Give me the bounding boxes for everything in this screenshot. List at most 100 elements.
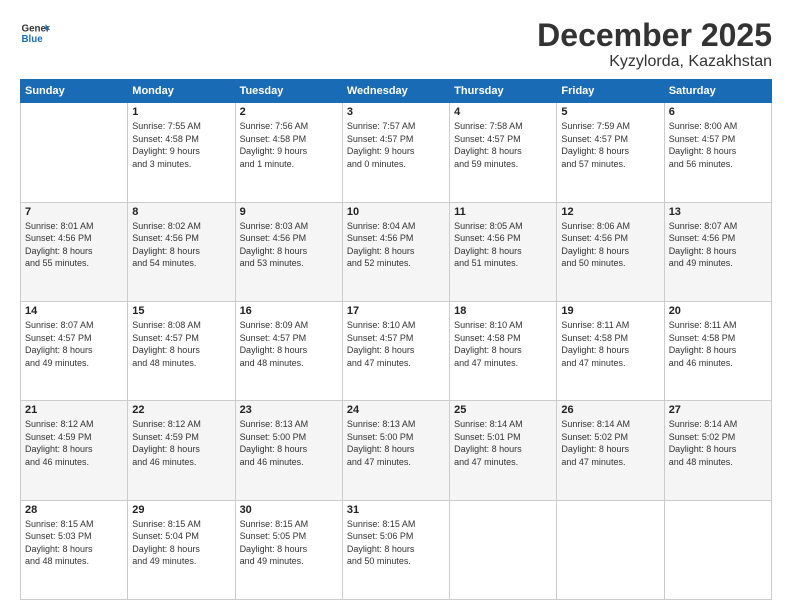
day-info: Sunrise: 8:01 AM Sunset: 4:56 PM Dayligh…: [25, 220, 123, 270]
calendar-week-4: 21Sunrise: 8:12 AM Sunset: 4:59 PM Dayli…: [21, 401, 772, 500]
day-number: 3: [347, 106, 445, 118]
calendar-cell: 28 Sunrise: 8:15 AM Sunset: 5:03 PM Dayli…: [21, 500, 128, 599]
day-number: 19: [561, 305, 659, 317]
day-number: 27: [669, 404, 767, 416]
calendar-cell: 16 Sunrise: 8:09 AM Sunset: 4:57 PM Dayli…: [235, 301, 342, 400]
day-number: 4: [454, 106, 552, 118]
day-number: 28: [25, 504, 123, 516]
header: General Blue December 2025 Kyzylorda, Ka…: [20, 18, 772, 71]
calendar-cell: 25Sunrise: 8:14 AM Sunset: 5:01 PM Dayli…: [450, 401, 557, 500]
col-monday: Monday: [128, 80, 235, 103]
day-info: Sunrise: 8:00 AM Sunset: 4:57 PM Dayligh…: [669, 120, 767, 170]
calendar-header-row: Sunday Monday Tuesday Wednesday Thursday…: [21, 80, 772, 103]
day-info: Sunrise: 8:10 AM Sunset: 4:58 PM Dayligh…: [454, 319, 552, 369]
col-thursday: Thursday: [450, 80, 557, 103]
calendar-cell: 15 Sunrise: 8:08 AM Sunset: 4:57 PM Dayli…: [128, 301, 235, 400]
calendar-cell: [557, 500, 664, 599]
day-info: Sunrise: 7:57 AM Sunset: 4:57 PM Dayligh…: [347, 120, 445, 170]
day-number: 7: [25, 206, 123, 218]
day-number: 20: [669, 305, 767, 317]
day-number: 2: [240, 106, 338, 118]
day-info: Sunrise: 7:59 AM Sunset: 4:57 PM Dayligh…: [561, 120, 659, 170]
calendar-week-2: 7 Sunrise: 8:01 AM Sunset: 4:56 PM Daylig…: [21, 202, 772, 301]
calendar-cell: 17 Sunrise: 8:10 AM Sunset: 4:57 PM Dayli…: [342, 301, 449, 400]
day-info: Sunrise: 8:15 AM Sunset: 5:04 PM Dayligh…: [132, 518, 230, 568]
day-info: Sunrise: 8:13 AM Sunset: 5:00 PM Dayligh…: [347, 418, 445, 468]
calendar-cell: 23 Sunrise: 8:13 AM Sunset: 5:00 PM Dayli…: [235, 401, 342, 500]
day-number: 22: [132, 404, 230, 416]
day-number: 12: [561, 206, 659, 218]
calendar-cell: 27Sunrise: 8:14 AM Sunset: 5:02 PM Dayli…: [664, 401, 771, 500]
day-info: Sunrise: 8:15 AM Sunset: 5:03 PM Dayligh…: [25, 518, 123, 568]
day-number: 5: [561, 106, 659, 118]
calendar-cell: 19 Sunrise: 8:11 AM Sunset: 4:58 PM Dayli…: [557, 301, 664, 400]
day-number: 8: [132, 206, 230, 218]
calendar-cell: 8Sunrise: 8:02 AM Sunset: 4:56 PM Daylig…: [128, 202, 235, 301]
col-wednesday: Wednesday: [342, 80, 449, 103]
day-info: Sunrise: 8:07 AM Sunset: 4:56 PM Dayligh…: [669, 220, 767, 270]
calendar-cell: 30 Sunrise: 8:15 AM Sunset: 5:05 PM Dayli…: [235, 500, 342, 599]
day-info: Sunrise: 7:56 AM Sunset: 4:58 PM Dayligh…: [240, 120, 338, 170]
calendar-cell: 22 Sunrise: 8:12 AM Sunset: 4:59 PM Dayli…: [128, 401, 235, 500]
calendar-week-3: 14Sunrise: 8:07 AM Sunset: 4:57 PM Dayli…: [21, 301, 772, 400]
calendar-cell: 3 Sunrise: 7:57 AM Sunset: 4:57 PM Daylig…: [342, 103, 449, 202]
day-info: Sunrise: 8:15 AM Sunset: 5:06 PM Dayligh…: [347, 518, 445, 568]
calendar-cell: 11Sunrise: 8:05 AM Sunset: 4:56 PM Dayli…: [450, 202, 557, 301]
day-number: 31: [347, 504, 445, 516]
day-number: 30: [240, 504, 338, 516]
day-info: Sunrise: 8:09 AM Sunset: 4:57 PM Dayligh…: [240, 319, 338, 369]
calendar-cell: 14Sunrise: 8:07 AM Sunset: 4:57 PM Dayli…: [21, 301, 128, 400]
day-info: Sunrise: 8:08 AM Sunset: 4:57 PM Dayligh…: [132, 319, 230, 369]
day-number: 29: [132, 504, 230, 516]
day-info: Sunrise: 8:03 AM Sunset: 4:56 PM Dayligh…: [240, 220, 338, 270]
day-number: 15: [132, 305, 230, 317]
col-friday: Friday: [557, 80, 664, 103]
calendar-cell: 9 Sunrise: 8:03 AM Sunset: 4:56 PM Daylig…: [235, 202, 342, 301]
calendar-cell: [21, 103, 128, 202]
day-info: Sunrise: 8:04 AM Sunset: 4:56 PM Dayligh…: [347, 220, 445, 270]
day-number: 23: [240, 404, 338, 416]
day-number: 24: [347, 404, 445, 416]
day-number: 14: [25, 305, 123, 317]
calendar-cell: 2 Sunrise: 7:56 AM Sunset: 4:58 PM Daylig…: [235, 103, 342, 202]
calendar-cell: 4 Sunrise: 7:58 AM Sunset: 4:57 PM Daylig…: [450, 103, 557, 202]
calendar-cell: 1 Sunrise: 7:55 AM Sunset: 4:58 PM Daylig…: [128, 103, 235, 202]
day-info: Sunrise: 8:14 AM Sunset: 5:01 PM Dayligh…: [454, 418, 552, 468]
day-info: Sunrise: 8:12 AM Sunset: 4:59 PM Dayligh…: [132, 418, 230, 468]
day-number: 16: [240, 305, 338, 317]
day-number: 13: [669, 206, 767, 218]
day-info: Sunrise: 7:55 AM Sunset: 4:58 PM Dayligh…: [132, 120, 230, 170]
col-tuesday: Tuesday: [235, 80, 342, 103]
day-info: Sunrise: 8:11 AM Sunset: 4:58 PM Dayligh…: [669, 319, 767, 369]
calendar-cell: 24 Sunrise: 8:13 AM Sunset: 5:00 PM Dayli…: [342, 401, 449, 500]
calendar-cell: 6 Sunrise: 8:00 AM Sunset: 4:57 PM Daylig…: [664, 103, 771, 202]
calendar-week-5: 28 Sunrise: 8:15 AM Sunset: 5:03 PM Dayli…: [21, 500, 772, 599]
calendar-cell: 20 Sunrise: 8:11 AM Sunset: 4:58 PM Dayli…: [664, 301, 771, 400]
page: General Blue December 2025 Kyzylorda, Ka…: [0, 0, 792, 612]
subtitle: Kyzylorda, Kazakhstan: [537, 53, 772, 71]
day-info: Sunrise: 8:05 AM Sunset: 4:56 PM Dayligh…: [454, 220, 552, 270]
day-info: Sunrise: 7:58 AM Sunset: 4:57 PM Dayligh…: [454, 120, 552, 170]
calendar-cell: 5 Sunrise: 7:59 AM Sunset: 4:57 PM Daylig…: [557, 103, 664, 202]
col-saturday: Saturday: [664, 80, 771, 103]
logo-icon: General Blue: [20, 18, 50, 48]
calendar-cell: 7 Sunrise: 8:01 AM Sunset: 4:56 PM Daylig…: [21, 202, 128, 301]
day-info: Sunrise: 8:15 AM Sunset: 5:05 PM Dayligh…: [240, 518, 338, 568]
col-sunday: Sunday: [21, 80, 128, 103]
day-number: 18: [454, 305, 552, 317]
calendar-table: Sunday Monday Tuesday Wednesday Thursday…: [20, 79, 772, 600]
day-number: 1: [132, 106, 230, 118]
day-number: 9: [240, 206, 338, 218]
calendar-week-1: 1 Sunrise: 7:55 AM Sunset: 4:58 PM Daylig…: [21, 103, 772, 202]
calendar-cell: 29 Sunrise: 8:15 AM Sunset: 5:04 PM Dayli…: [128, 500, 235, 599]
calendar-cell: [664, 500, 771, 599]
svg-text:Blue: Blue: [22, 34, 44, 45]
day-number: 6: [669, 106, 767, 118]
calendar-cell: 12 Sunrise: 8:06 AM Sunset: 4:56 PM Dayli…: [557, 202, 664, 301]
day-info: Sunrise: 8:13 AM Sunset: 5:00 PM Dayligh…: [240, 418, 338, 468]
calendar-cell: 18 Sunrise: 8:10 AM Sunset: 4:58 PM Dayli…: [450, 301, 557, 400]
day-number: 17: [347, 305, 445, 317]
day-info: Sunrise: 8:10 AM Sunset: 4:57 PM Dayligh…: [347, 319, 445, 369]
day-info: Sunrise: 8:11 AM Sunset: 4:58 PM Dayligh…: [561, 319, 659, 369]
day-info: Sunrise: 8:06 AM Sunset: 4:56 PM Dayligh…: [561, 220, 659, 270]
